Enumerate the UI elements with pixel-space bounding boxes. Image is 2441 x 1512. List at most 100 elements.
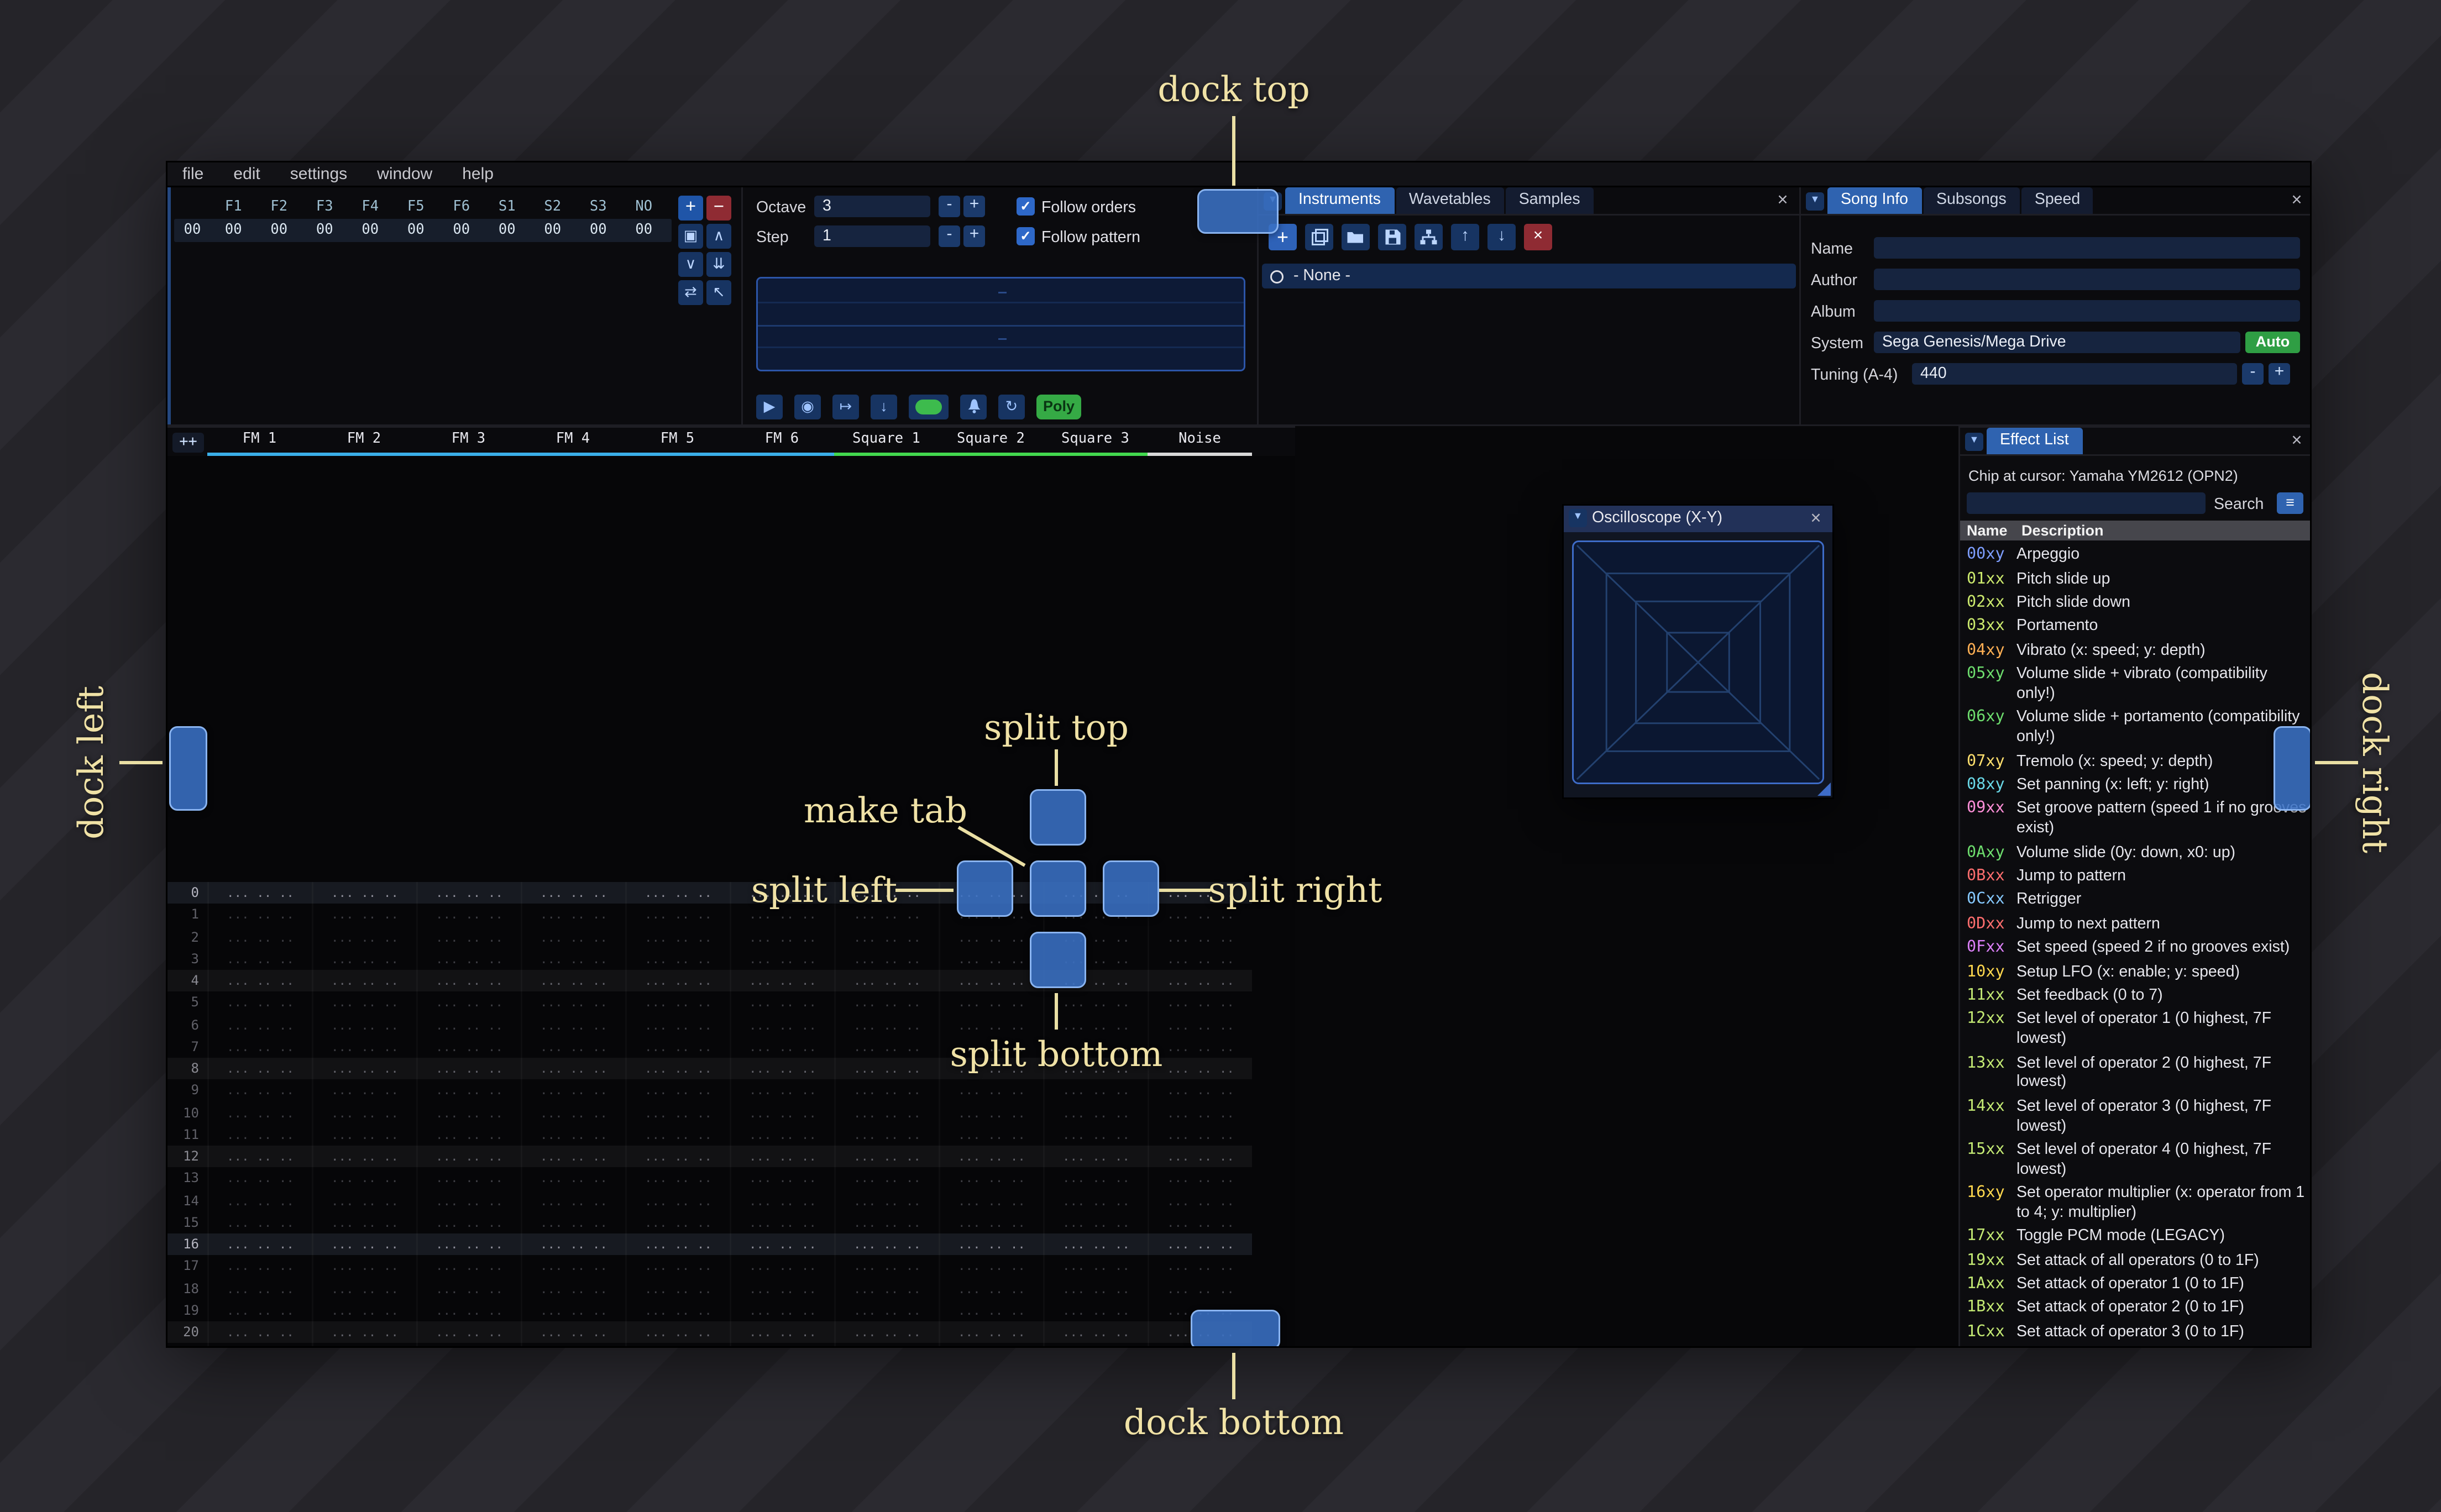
channel-header-fm-5[interactable]: FM 5: [625, 428, 730, 458]
pattern-cell[interactable]: ... .. .. ....: [625, 1146, 730, 1168]
pattern-cell[interactable]: ... .. .. ....: [625, 1058, 730, 1080]
pattern-cell[interactable]: ... .. .. ....: [730, 1321, 834, 1343]
octave-input[interactable]: 3: [814, 196, 930, 217]
pattern-cell[interactable]: ... .. .. ....: [521, 992, 625, 1014]
pattern-cell[interactable]: ... .. .. ....: [1043, 1014, 1148, 1036]
pattern-cell[interactable]: ... .. .. ....: [416, 1102, 521, 1124]
orders-cell[interactable]: 00: [439, 222, 485, 239]
dock-left-target[interactable]: [169, 726, 207, 811]
pattern-cell[interactable]: ... .. .. ....: [625, 992, 730, 1014]
pattern-cell[interactable]: ... .. .. ....: [625, 1256, 730, 1278]
pattern-cell[interactable]: ... .. .. ....: [939, 1102, 1043, 1124]
pattern-cell[interactable]: ... .. .. ....: [521, 1124, 625, 1146]
pattern-cell[interactable]: ... .. .. ....: [834, 1343, 939, 1346]
channel-header-fm-1[interactable]: FM 1: [207, 428, 312, 458]
orders-duplicate-button[interactable]: ▣: [678, 224, 703, 249]
effect-row[interactable]: 1Cxx Set attack of operator 3 (0 to 1F): [1967, 1321, 2310, 1345]
effect-row[interactable]: 0Fxx Set speed (speed 2 if no grooves exi…: [1967, 937, 2310, 960]
channel-header-fm-3[interactable]: FM 3: [416, 428, 521, 458]
pattern-cell[interactable]: ... .. .. ....: [312, 1233, 416, 1256]
pattern-cell[interactable]: ... .. .. ....: [312, 1058, 416, 1080]
metronome-button[interactable]: [960, 393, 987, 419]
pattern-cell[interactable]: ... .. .. ....: [834, 1299, 939, 1321]
pattern-cell[interactable]: ... .. .. ....: [625, 1278, 730, 1300]
pattern-cell[interactable]: ... .. .. ....: [834, 1321, 939, 1343]
play-pattern-button[interactable]: ◉: [794, 393, 821, 419]
pattern-cell[interactable]: ... .. .. ....: [312, 1190, 416, 1212]
pattern-cell[interactable]: ... .. .. ....: [207, 1256, 312, 1278]
effect-row[interactable]: 17xx Toggle PCM mode (LEGACY): [1967, 1225, 2310, 1249]
pattern-cell[interactable]: ... .. .. ....: [939, 1343, 1043, 1346]
pattern-cell[interactable]: ... .. .. ....: [939, 1146, 1043, 1168]
pattern-cell[interactable]: ... .. .. ....: [939, 970, 1043, 992]
hamburger-menu-icon[interactable]: ≡: [2277, 492, 2303, 514]
songinfo-tab-song-info[interactable]: Song Info: [1827, 187, 1922, 214]
pattern-cell[interactable]: ... .. .. ....: [834, 948, 939, 970]
pattern-cell[interactable]: ... .. .. ....: [939, 926, 1043, 948]
effect-list-tab[interactable]: Effect List: [1987, 428, 2082, 454]
orders-cell[interactable]: 00: [348, 222, 394, 239]
menu-item-edit[interactable]: edit: [218, 162, 275, 187]
oscilloscope-window[interactable]: ▼ Oscilloscope (X-Y) ×: [1562, 504, 1834, 799]
effect-search-input[interactable]: [1967, 492, 2206, 514]
dock-right-target[interactable]: [2274, 726, 2310, 811]
pattern-cell[interactable]: ... .. .. ....: [416, 1146, 521, 1168]
effect-row[interactable]: 16xy Set operator multiplier (x: operator…: [1967, 1182, 2310, 1225]
pattern-cell[interactable]: ... .. .. ....: [730, 1124, 834, 1146]
move-instrument-down-button[interactable]: ↓: [1487, 224, 1516, 250]
pattern-cell[interactable]: ... .. .. ....: [1043, 1124, 1148, 1146]
follow-pattern-checkbox[interactable]: ✓: [1017, 227, 1035, 245]
oscilloscope-titlebar[interactable]: ▼ Oscilloscope (X-Y) ×: [1564, 506, 1832, 532]
pattern-cell[interactable]: ... .. .. ....: [416, 970, 521, 992]
pattern-cell[interactable]: ... .. .. ....: [625, 1080, 730, 1102]
pattern-cell[interactable]: ... .. .. ....: [207, 1058, 312, 1080]
pattern-cell[interactable]: ... .. .. ....: [312, 992, 416, 1014]
tuning-input[interactable]: 440: [1912, 363, 2237, 385]
effect-row[interactable]: 10xy Setup LFO (x: enable; y: speed): [1967, 960, 2310, 984]
pattern-cell[interactable]: ... .. .. ....: [312, 926, 416, 948]
pattern-cell[interactable]: ... .. .. ....: [207, 1343, 312, 1346]
pattern-cell[interactable]: ... .. .. ....: [939, 1124, 1043, 1146]
album-input[interactable]: [1874, 300, 2300, 322]
effect-row[interactable]: 14xx Set level of operator 3 (0 highest, …: [1967, 1095, 2310, 1138]
pattern-cell[interactable]: ... .. .. ....: [312, 1168, 416, 1190]
pattern-cell[interactable]: ... .. .. ....: [730, 1278, 834, 1300]
pattern-cell[interactable]: ... .. .. ....: [625, 948, 730, 970]
pattern-cell[interactable]: ... .. .. ....: [207, 1211, 312, 1233]
menu-item-settings[interactable]: settings: [275, 162, 362, 187]
close-icon[interactable]: ×: [1806, 509, 1826, 529]
pattern-cell[interactable]: ... .. .. ....: [625, 1102, 730, 1124]
pattern-cell[interactable]: ... .. .. ....: [521, 1102, 625, 1124]
pattern-cell[interactable]: ... .. .. ....: [730, 1058, 834, 1080]
effect-row[interactable]: 07xy Tremolo (x: speed; y: depth): [1967, 750, 2310, 774]
pattern-cell[interactable]: ... .. .. ....: [416, 1233, 521, 1256]
pattern-cell[interactable]: ... .. .. ....: [1043, 1299, 1148, 1321]
pattern-cell[interactable]: ... .. .. ....: [521, 1343, 625, 1346]
pattern-cell[interactable]: ... .. .. ....: [730, 970, 834, 992]
pattern-cell[interactable]: ... .. .. ....: [1148, 1168, 1252, 1190]
instruments-tab-wavetables[interactable]: Wavetables: [1395, 187, 1504, 214]
pattern-cell[interactable]: ... .. .. ....: [521, 1190, 625, 1212]
pattern-cell[interactable]: ... .. .. ....: [625, 1321, 730, 1343]
pattern-cell[interactable]: ... .. .. ....: [521, 1080, 625, 1102]
pattern-cell[interactable]: ... .. .. ....: [730, 1036, 834, 1058]
pattern-cell[interactable]: ... .. .. ....: [312, 1278, 416, 1300]
orders-move-up-button[interactable]: ∧: [706, 224, 731, 249]
pattern-cell[interactable]: ... .. .. ....: [834, 1233, 939, 1256]
effect-row[interactable]: 08xy Set panning (x: left; y: right): [1967, 774, 2310, 797]
channel-header-square-2[interactable]: Square 2: [939, 428, 1043, 458]
pattern-cell[interactable]: ... .. .. ....: [730, 992, 834, 1014]
pattern-cell[interactable]: ... .. .. ....: [1148, 1233, 1252, 1256]
orders-cell[interactable]: 00: [393, 222, 439, 239]
pattern-cell[interactable]: ... .. .. ....: [1148, 1080, 1252, 1102]
pattern-cell[interactable]: ... .. .. ....: [939, 1014, 1043, 1036]
menu-item-file[interactable]: file: [167, 162, 218, 187]
pattern-cell[interactable]: ... .. .. ....: [521, 1146, 625, 1168]
duplicate-instrument-button[interactable]: [1305, 224, 1333, 250]
pattern-cell[interactable]: ... .. .. ....: [207, 926, 312, 948]
dock-top-target[interactable]: [1197, 189, 1279, 234]
pattern-cell[interactable]: ... .. .. ....: [1148, 948, 1252, 970]
pattern-cell[interactable]: ... .. .. ....: [1148, 1014, 1252, 1036]
collapse-arrow-icon[interactable]: ▼: [1806, 192, 1824, 211]
pattern-cell[interactable]: ... .. .. ....: [834, 1102, 939, 1124]
